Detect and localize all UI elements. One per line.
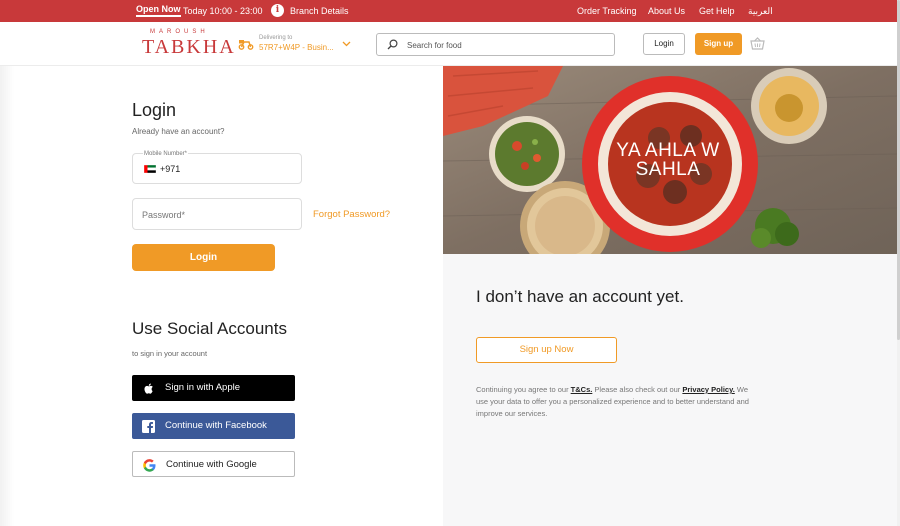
search-icon xyxy=(387,39,398,50)
main-header: MAROUSH TABKHA Delivering to 57R7+W4P - … xyxy=(0,22,900,66)
apple-signin-label: Sign in with Apple xyxy=(165,382,240,393)
facebook-signin-button[interactable]: Continue with Facebook xyxy=(132,413,295,439)
google-icon xyxy=(143,459,156,472)
header-login-button[interactable]: Login xyxy=(643,33,685,55)
logo-small-text: MAROUSH xyxy=(150,29,209,35)
terms-link[interactable]: T&Cs. xyxy=(571,385,593,394)
login-subtitle: Already have an account? xyxy=(132,127,225,136)
country-code[interactable]: +971 xyxy=(160,164,180,174)
info-icon[interactable]: i xyxy=(271,4,284,17)
search-input[interactable] xyxy=(407,38,607,52)
google-signin-label: Continue with Google xyxy=(166,459,257,470)
header-signup-button[interactable]: Sign up xyxy=(695,33,742,55)
delivery-scooter-icon xyxy=(238,40,254,50)
chevron-down-icon[interactable] xyxy=(342,41,351,47)
order-tracking-link[interactable]: Order Tracking xyxy=(577,6,637,16)
mobile-number-field[interactable]: Mobile Number* +971 xyxy=(132,151,302,184)
hero-greeting-text: YA AHLA W SAHLA xyxy=(616,140,720,180)
terms-middle: Please also check out our xyxy=(592,385,683,394)
password-input[interactable] xyxy=(142,208,292,221)
apple-signin-button[interactable]: Sign in with Apple xyxy=(132,375,295,401)
password-field[interactable] xyxy=(132,198,302,230)
forgot-password-link[interactable]: Forgot Password? xyxy=(313,209,390,220)
google-signin-button[interactable]: Continue with Google xyxy=(132,451,295,477)
facebook-signin-label: Continue with Facebook xyxy=(165,420,267,431)
open-now-badge: Open Now xyxy=(136,4,181,17)
no-account-title: I don’t have an account yet. xyxy=(476,287,684,306)
terms-notice: Continuing you agree to our T&Cs. Please… xyxy=(476,384,756,420)
get-help-link[interactable]: Get Help xyxy=(699,6,735,16)
branch-details-link[interactable]: Branch Details xyxy=(290,6,349,16)
social-accounts-title: Use Social Accounts xyxy=(132,319,287,338)
facebook-icon xyxy=(142,420,155,433)
uae-flag-icon[interactable] xyxy=(144,165,156,173)
hero-food-image: YA AHLA W SAHLA xyxy=(443,66,897,254)
top-bar: Open Now Today 10:00 - 23:00 i Branch De… xyxy=(0,0,900,22)
social-accounts-subtitle: to sign in your account xyxy=(132,349,208,358)
search-bar[interactable] xyxy=(376,33,615,56)
maroush-tabkha-logo[interactable]: MAROUSH TABKHA xyxy=(142,29,234,59)
cart-icon[interactable] xyxy=(750,37,765,50)
privacy-policy-link[interactable]: Privacy Policy. xyxy=(682,385,734,394)
logo-main-text: TABKHA xyxy=(142,36,236,58)
arabic-language-link[interactable]: العربية xyxy=(748,6,773,17)
terms-prefix: Continuing you agree to our xyxy=(476,385,571,394)
delivery-address[interactable]: 57R7+W4P - Busin... xyxy=(259,43,334,52)
signup-now-button[interactable]: Sign up Now xyxy=(476,337,617,363)
apple-icon xyxy=(144,383,153,394)
left-edge-shadow xyxy=(0,66,14,526)
about-us-link[interactable]: About Us xyxy=(648,6,685,16)
login-button[interactable]: Login xyxy=(132,244,275,271)
mobile-number-label: Mobile Number* xyxy=(143,151,189,157)
delivering-to-label: Delivering to xyxy=(259,35,293,41)
login-title: Login xyxy=(132,100,177,120)
opening-hours: Today 10:00 - 23:00 xyxy=(183,6,263,16)
